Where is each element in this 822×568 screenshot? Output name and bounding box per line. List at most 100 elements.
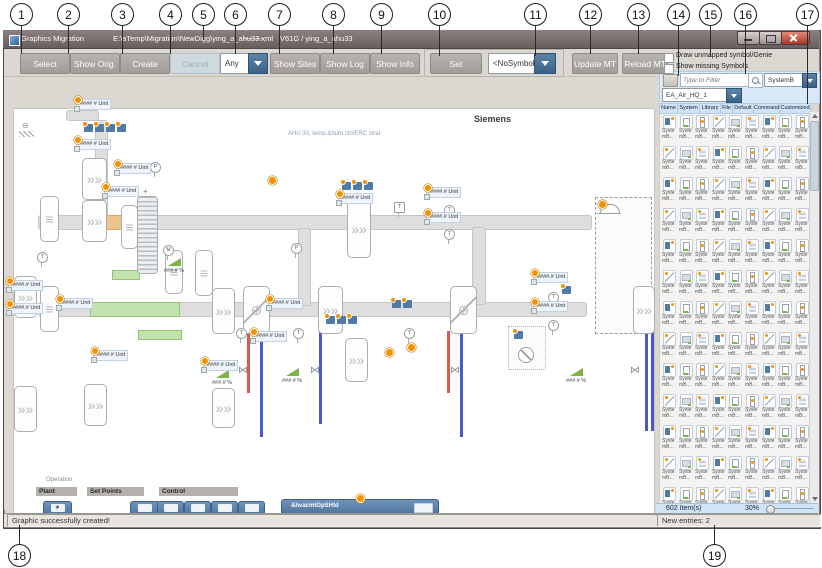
unit-label-chip[interactable]: ####.# Unit: [58, 298, 93, 309]
symbol-cell[interactable]: SystemB...: [711, 392, 727, 423]
symbol-cell[interactable]: SystemB...: [711, 268, 727, 299]
symbol-cell[interactable]: SystemB...: [727, 144, 743, 175]
unit-label-chip[interactable]: #### # Unit: [104, 186, 139, 197]
symbol-cell[interactable]: SystemB...: [744, 175, 760, 206]
symbol-cell[interactable]: SystemB...: [694, 361, 710, 392]
symbol-cell[interactable]: SystemB...: [777, 423, 793, 454]
symbol-cell[interactable]: SystemB...: [794, 361, 810, 392]
symbol-cell[interactable]: SystemB...: [744, 485, 760, 503]
mapped-symbol-box[interactable]: [84, 124, 93, 132]
symbol-cell[interactable]: SystemB...: [661, 175, 677, 206]
symbol-cell[interactable]: SystemB...: [744, 113, 760, 144]
symbol-dropdown-arrow[interactable]: [534, 53, 556, 74]
symbol-cell[interactable]: SystemB...: [727, 113, 743, 144]
maximize-button[interactable]: [759, 31, 782, 45]
symbol-cell[interactable]: SystemB...: [727, 299, 743, 330]
unit-label-chip[interactable]: ####.# Unit: [533, 272, 568, 283]
symbol-cell[interactable]: SystemB...: [694, 392, 710, 423]
button-show-log[interactable]: Show Log: [320, 53, 370, 74]
symbol-cell[interactable]: SystemB...: [761, 299, 777, 330]
symbol-cell[interactable]: SystemB...: [727, 330, 743, 361]
symbol-cell[interactable]: SystemB...: [694, 485, 710, 503]
library-dropdown[interactable]: EA_Air_HQ_1: [662, 88, 730, 102]
symbol-cell[interactable]: SystemB...: [694, 330, 710, 361]
symbol-cell[interactable]: SystemB...: [661, 361, 677, 392]
filter-input[interactable]: [680, 73, 750, 87]
close-button[interactable]: [781, 31, 810, 45]
mapped-symbol-box[interactable]: [392, 300, 401, 308]
symbol-cell[interactable]: SystemB...: [678, 454, 694, 485]
unit-label-chip[interactable]: #### # Unit: [76, 99, 111, 110]
symbol-cell[interactable]: SystemB...: [794, 144, 810, 175]
symbol-cell[interactable]: SystemB...: [761, 175, 777, 206]
scrollbar-thumb[interactable]: [810, 121, 819, 191]
symbol-cell[interactable]: SystemB...: [678, 299, 694, 330]
unit-label-chip[interactable]: #### # Unit: [116, 163, 151, 174]
symbol-cell[interactable]: SystemB...: [661, 330, 677, 361]
unit-label-chip[interactable]: ####.# Unit: [426, 212, 461, 223]
symbol-cell[interactable]: SystemB...: [761, 206, 777, 237]
search-button[interactable]: [748, 73, 763, 88]
symbol-cell[interactable]: SystemB...: [678, 361, 694, 392]
symbol-cell[interactable]: SystemB...: [711, 361, 727, 392]
symbol-cell[interactable]: SystemB...: [744, 423, 760, 454]
symbol-cell[interactable]: SystemB...: [794, 299, 810, 330]
symbol-cell[interactable]: SystemB...: [761, 485, 777, 503]
symbol-cell[interactable]: SystemB...: [761, 392, 777, 423]
symbol-cell[interactable]: SystemB...: [761, 423, 777, 454]
draw-unmapped-checkbox[interactable]: [664, 53, 674, 63]
zoom-slider-track[interactable]: [770, 508, 814, 509]
symbol-cell[interactable]: SystemB...: [711, 454, 727, 485]
button-cancel[interactable]: Cancel: [170, 53, 220, 74]
symbol-dropdown[interactable]: <NoSymbol>: [488, 53, 538, 74]
symbol-cell[interactable]: SystemB...: [761, 454, 777, 485]
symbol-cell[interactable]: SystemB...: [777, 299, 793, 330]
symbol-cell[interactable]: SystemB...: [761, 361, 777, 392]
mapped-symbol-box[interactable]: [95, 124, 104, 132]
symbol-cell[interactable]: SystemB...: [727, 454, 743, 485]
symbol-cell[interactable]: SystemB...: [777, 361, 793, 392]
symbol-cell[interactable]: SystemB...: [744, 144, 760, 175]
symbol-cell[interactable]: SystemB...: [678, 268, 694, 299]
symbol-cell[interactable]: SystemB...: [794, 237, 810, 268]
library-dropdown-arrow[interactable]: [726, 88, 742, 103]
column-header-customized[interactable]: Customized: [779, 103, 811, 114]
unit-label-chip[interactable]: ####.# Unit: [8, 303, 43, 314]
system-dropdown-arrow[interactable]: [802, 73, 817, 88]
unit-label-chip[interactable]: ####.# Unit: [203, 360, 238, 371]
symbol-cell[interactable]: SystemB...: [794, 423, 810, 454]
symbol-cell[interactable]: SystemB...: [711, 423, 727, 454]
scroll-up-icon[interactable]: [812, 114, 818, 118]
symbol-cell[interactable]: SystemB...: [761, 268, 777, 299]
mapped-symbol-box[interactable]: [117, 124, 126, 132]
symbol-cell[interactable]: SystemB...: [744, 299, 760, 330]
symbol-cell[interactable]: SystemB...: [678, 485, 694, 503]
column-header-system[interactable]: System: [677, 103, 700, 114]
symbol-cell[interactable]: SystemB...: [678, 175, 694, 206]
symbol-cell[interactable]: SystemB...: [727, 175, 743, 206]
symbol-cell[interactable]: SystemB...: [794, 113, 810, 144]
symbol-cell[interactable]: SystemB...: [777, 175, 793, 206]
panel-small-button[interactable]: [663, 74, 678, 87]
symbol-cell[interactable]: SystemB...: [744, 454, 760, 485]
symbol-cell[interactable]: SystemB...: [661, 237, 677, 268]
button-show-info[interactable]: Show Info: [370, 53, 420, 74]
symbol-cell[interactable]: SystemB...: [794, 268, 810, 299]
symbol-cell[interactable]: SystemB...: [694, 268, 710, 299]
symbol-cell[interactable]: SystemB...: [694, 206, 710, 237]
symbol-cell[interactable]: SystemB...: [777, 485, 793, 503]
symbol-cell[interactable]: SystemB...: [678, 113, 694, 144]
mapped-symbol-box[interactable]: [348, 316, 357, 324]
symbol-cell[interactable]: SystemB...: [794, 485, 810, 503]
symbol-cell[interactable]: SystemB...: [794, 454, 810, 485]
symbol-cell[interactable]: SystemB...: [694, 454, 710, 485]
symbol-cell[interactable]: SystemB...: [711, 144, 727, 175]
symbol-cell[interactable]: SystemB...: [777, 237, 793, 268]
symbol-cell[interactable]: SystemB...: [744, 361, 760, 392]
mapped-symbol-box[interactable]: [364, 182, 373, 190]
mapped-symbol-box[interactable]: [403, 300, 412, 308]
unit-label-chip[interactable]: #### # Unit: [76, 139, 111, 150]
symbol-cell[interactable]: SystemB...: [678, 206, 694, 237]
unit-label-chip[interactable]: ####.# Unit: [338, 193, 373, 204]
unit-label-chip[interactable]: ####.# Unit: [252, 331, 287, 342]
